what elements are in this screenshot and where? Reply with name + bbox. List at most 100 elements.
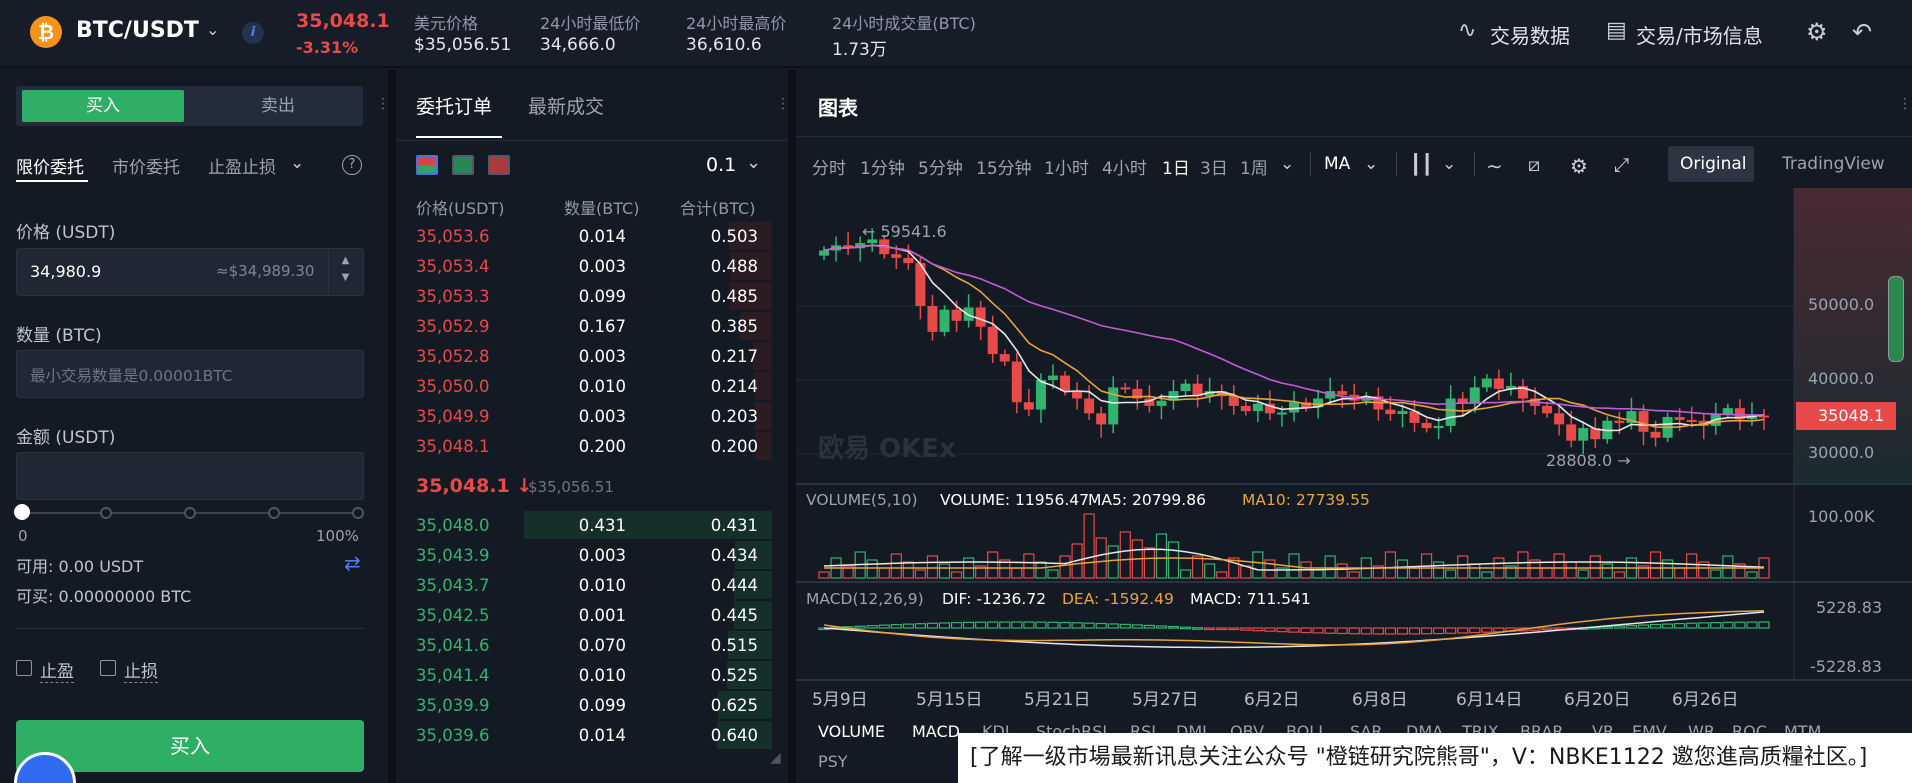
chevron-down-icon[interactable]: ⌄ <box>1442 154 1456 174</box>
slider-max-label: 100% <box>316 527 359 545</box>
gear-icon[interactable]: ⚙ <box>1570 154 1588 178</box>
bid-row[interactable]: 35,039.9 0.099 0.625 <box>392 691 772 721</box>
ask-row[interactable]: 35,050.0 0.010 0.214 <box>392 372 772 402</box>
view-asks-icon[interactable] <box>488 155 510 175</box>
tab-limit-order[interactable]: 限价委托 <box>16 153 84 178</box>
bid-row[interactable]: 35,048.0 0.431 0.431 <box>392 511 772 541</box>
fullscreen-icon[interactable]: ⤢ <box>1614 154 1629 176</box>
undo-icon[interactable]: ↶ <box>1852 18 1872 46</box>
ask-qty: 0.167 <box>578 317 626 336</box>
candle-body <box>1023 402 1034 410</box>
view-both-icon[interactable] <box>416 155 438 175</box>
interval-5[interactable]: 4小时 <box>1102 154 1147 179</box>
chevron-down-icon[interactable]: ⌄ <box>746 152 761 173</box>
divider <box>396 140 788 141</box>
amount-input[interactable] <box>16 452 364 500</box>
date-tick: 5月9日 <box>812 690 868 710</box>
indicator-tab-volume[interactable]: VOLUME <box>818 722 885 741</box>
take-profit-checkbox[interactable] <box>16 660 32 676</box>
drag-handle-icon[interactable]: ⋮ <box>1898 96 1912 112</box>
price-stepper[interactable]: ▲ ▼ <box>328 250 362 294</box>
candle-body <box>1180 383 1191 392</box>
price-chart[interactable] <box>796 188 1912 748</box>
ask-row[interactable]: 35,052.9 0.167 0.385 <box>392 312 772 342</box>
interval-4[interactable]: 1小时 <box>1044 154 1089 179</box>
scroll-handle[interactable] <box>1888 276 1904 362</box>
ma-select[interactable]: MA <box>1324 154 1350 174</box>
interval-3[interactable]: 15分钟 <box>976 154 1032 179</box>
slider-step[interactable] <box>184 507 196 519</box>
pair-selector[interactable]: BTC/USDT <box>76 18 199 43</box>
view-bids-icon[interactable] <box>452 155 474 175</box>
indicator-tab-psy[interactable]: PSY <box>818 752 848 771</box>
gear-icon[interactable]: ⚙ <box>1806 18 1828 46</box>
candle-body <box>1120 387 1131 390</box>
view-tradingview-button[interactable]: TradingView <box>1782 154 1885 174</box>
bid-row[interactable]: 35,043.9 0.003 0.434 <box>392 541 772 571</box>
ask-row[interactable]: 35,049.9 0.003 0.203 <box>392 402 772 432</box>
interval-8[interactable]: 1周 <box>1240 154 1268 179</box>
help-icon[interactable]: ? <box>342 155 362 175</box>
indicator-tab-macd[interactable]: MACD <box>912 722 960 741</box>
tab-market-order[interactable]: 市价委托 <box>112 153 180 178</box>
bid-row[interactable]: 35,041.6 0.070 0.515 <box>392 631 772 661</box>
chevron-down-icon[interactable]: ⌄ <box>1280 154 1294 174</box>
slider-step[interactable] <box>352 507 364 519</box>
bid-row[interactable]: 35,042.5 0.001 0.445 <box>392 601 772 631</box>
date-tick: 6月8日 <box>1352 690 1408 710</box>
interval-2[interactable]: 5分钟 <box>918 154 963 179</box>
slider-step[interactable] <box>268 507 280 519</box>
interval-0[interactable]: 分时 <box>812 154 846 179</box>
candle-body <box>1228 396 1239 406</box>
bid-row[interactable]: 35,041.4 0.010 0.525 <box>392 661 772 691</box>
bid-total: 0.445 <box>710 606 758 625</box>
divider <box>796 136 1912 137</box>
candle-body <box>1047 375 1058 380</box>
stat-label: 24小时成交量(BTC) <box>832 14 976 33</box>
candle-body <box>1084 398 1095 414</box>
interval-6[interactable]: 1日 <box>1162 154 1190 179</box>
tab-trades[interactable]: 最新成交 <box>528 92 604 119</box>
ask-row[interactable]: 35,048.1 0.200 0.200 <box>392 432 772 462</box>
ask-row[interactable]: 35,053.6 0.014 0.503 <box>392 222 772 252</box>
line-tool-icon[interactable]: ∼ <box>1486 154 1503 178</box>
market-info-link[interactable]: 交易/市场信息 <box>1636 20 1763 49</box>
interval-7[interactable]: 3日 <box>1200 154 1228 179</box>
tab-orders[interactable]: 委托订单 <box>416 92 492 119</box>
available-balance: 可用: 0.00 USDT <box>16 557 144 576</box>
ask-total: 0.488 <box>710 257 758 276</box>
activity-icon[interactable]: ∿ <box>1458 18 1476 43</box>
macd-legend-name: MACD(12,26,9) <box>806 590 924 608</box>
transfer-icon[interactable]: ⇄ <box>344 551 361 575</box>
chevron-down-icon[interactable]: ⌄ <box>290 153 304 173</box>
chevron-down-icon[interactable]: ▼ <box>329 272 362 283</box>
bid-row[interactable]: 35,043.7 0.010 0.444 <box>392 571 772 601</box>
chevron-down-icon[interactable]: ⌄ <box>1364 154 1378 174</box>
ruler-icon[interactable]: ⧄ <box>1528 154 1540 176</box>
resize-handle-icon[interactable]: ◢ <box>770 750 781 766</box>
candle-body <box>1650 431 1661 438</box>
info-icon[interactable]: i <box>242 22 264 44</box>
trade-data-link[interactable]: 交易数据 <box>1490 20 1570 49</box>
date-tick: 5月21日 <box>1024 690 1091 710</box>
candle-body <box>1096 413 1107 425</box>
sell-tab[interactable]: 卖出 <box>200 90 356 122</box>
interval-1[interactable]: 1分钟 <box>860 154 905 179</box>
candle-type-icon[interactable]: ┃┃ <box>1410 154 1433 176</box>
bid-qty: 0.014 <box>578 726 626 745</box>
document-icon[interactable]: ▤ <box>1606 18 1627 43</box>
slider-handle[interactable] <box>14 504 30 520</box>
panel-separator <box>788 70 796 783</box>
price-tick: 40000.0 <box>1808 369 1875 388</box>
ask-row[interactable]: 35,052.8 0.003 0.217 <box>392 342 772 372</box>
ask-row[interactable]: 35,053.3 0.099 0.485 <box>392 282 772 312</box>
bid-row[interactable]: 35,039.6 0.014 0.640 <box>392 721 772 751</box>
buy-tab[interactable]: 买入 <box>22 90 184 122</box>
slider-step[interactable] <box>100 507 112 519</box>
tab-stop-order[interactable]: 止盈止损 <box>208 153 276 178</box>
stop-loss-checkbox[interactable] <box>100 660 116 676</box>
chevron-up-icon[interactable]: ▲ <box>329 255 362 266</box>
ask-row[interactable]: 35,053.4 0.003 0.488 <box>392 252 772 282</box>
chevron-down-icon[interactable]: ⌄ <box>206 20 219 39</box>
precision-select[interactable]: 0.1 <box>706 154 736 176</box>
